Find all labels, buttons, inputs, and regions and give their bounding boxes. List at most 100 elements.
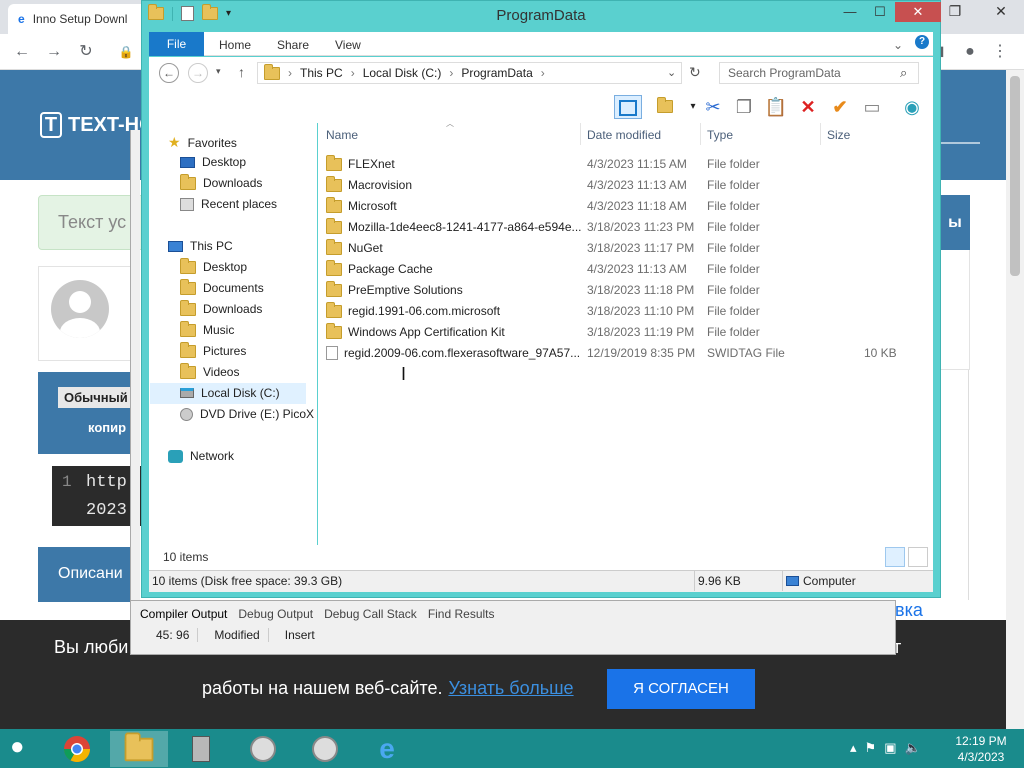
breadcrumb-local-disk[interactable]: Local Disk (C:) (363, 66, 442, 80)
tab-debug-call-stack[interactable]: Debug Call Stack (324, 607, 417, 621)
taskbar-clock[interactable]: 12:19 PM 4/3/2023 (950, 733, 1012, 765)
tray-expand-icon[interactable]: ▴ (850, 740, 857, 756)
file-date: 3/18/2023 11:23 PM (587, 220, 695, 234)
network-globe-icon[interactable]: ◉ (899, 95, 925, 119)
copy-icon[interactable]: ❐ (731, 95, 757, 119)
details-view-button[interactable] (885, 547, 905, 567)
file-row[interactable]: PreEmptive Solutions 3/18/2023 11:18 PM Fi… (326, 279, 906, 300)
large-icons-view-button[interactable] (908, 547, 928, 567)
scrollbar-thumb[interactable] (1010, 76, 1020, 276)
ie-icon: e (18, 12, 25, 26)
file-row[interactable]: regid.1991-06.com.microsoft 3/18/2023 11:… (326, 300, 906, 321)
cut-icon[interactable]: ✂ (700, 95, 726, 119)
nav-pc-documents[interactable]: Documents (180, 278, 264, 295)
action-center-icon[interactable]: ⚑ (865, 740, 877, 756)
learn-more-link[interactable]: Узнать больше (448, 678, 573, 699)
preview-pane-icon[interactable] (614, 95, 642, 119)
nav-fav-downloads[interactable]: Downloads (180, 173, 262, 190)
paste-icon[interactable]: 📋 (763, 95, 789, 119)
file-row[interactable]: regid.2009-06.com.flexerasoftware_97A57.… (326, 342, 906, 363)
file-row[interactable]: NuGet 3/18/2023 11:17 PM File folder (326, 237, 906, 258)
taskbar-ie[interactable]: e (358, 731, 416, 767)
pictures-icon (180, 341, 196, 358)
browser-tab[interactable]: e Inno Setup Downl (8, 4, 148, 34)
column-separator[interactable] (700, 123, 701, 145)
forward-icon[interactable]: → (188, 63, 208, 83)
breadcrumb-programdata[interactable]: ProgramData (461, 66, 532, 80)
tab-file[interactable]: File (149, 32, 204, 56)
nav-pc-videos[interactable]: Videos (180, 362, 239, 379)
file-date: 4/3/2023 11:18 AM (587, 199, 687, 213)
tab-home[interactable]: Home (219, 38, 251, 52)
back-icon[interactable]: ← (12, 42, 32, 62)
nav-favorites[interactable]: ★ Favorites (168, 134, 237, 151)
inno-output-tabs: Compiler Output Debug Output Debug Call … (140, 607, 495, 621)
reload-icon[interactable]: ↻ (76, 42, 96, 62)
nav-network[interactable]: Network (168, 449, 234, 463)
delete-icon[interactable]: ✕ (795, 95, 821, 119)
tab-view[interactable]: View (335, 38, 361, 52)
minimize-button[interactable]: — (835, 2, 865, 22)
column-header-name[interactable]: Name (326, 128, 358, 142)
file-row[interactable]: Windows App Certification Kit 3/18/2023 1… (326, 321, 906, 342)
taskbar-chrome[interactable] (48, 731, 106, 767)
ribbon-expand-icon[interactable]: ⌄ (893, 38, 903, 52)
address-dropdown-icon[interactable]: ⌄ (667, 66, 676, 79)
nav-pc-downloads[interactable]: Downloads (180, 299, 262, 316)
file-row[interactable]: Macrovision 4/3/2023 11:13 AM File folder (326, 174, 906, 195)
sidebar-link[interactable]: вка (895, 600, 923, 621)
taskbar-inno-setup[interactable] (172, 731, 230, 767)
file-row[interactable]: Mozilla-1de4eec8-1241-4177-a864-e594e...… (326, 216, 906, 237)
tab-debug-output[interactable]: Debug Output (238, 607, 313, 621)
forward-icon[interactable]: → (44, 42, 64, 62)
nav-pc-dvd-drive[interactable]: DVD Drive (E:) PicoX (180, 407, 314, 421)
nav-pc-music[interactable]: Music (180, 320, 234, 337)
close-button[interactable]: ✕ (895, 2, 941, 22)
breadcrumb-this-pc[interactable]: This PC (300, 66, 343, 80)
properties-folder-icon[interactable] (652, 95, 678, 119)
copy-link[interactable]: копир (88, 420, 126, 435)
column-separator[interactable] (820, 123, 821, 145)
tab-share[interactable]: Share (277, 38, 309, 52)
menu-icon[interactable]: ⋮ (990, 42, 1010, 62)
folder-icon (326, 280, 342, 297)
start-apple-icon[interactable]: ● (10, 733, 25, 761)
tab-find-results[interactable]: Find Results (428, 607, 495, 621)
nav-pc-desktop[interactable]: Desktop (180, 257, 247, 274)
nav-fav-recent[interactable]: Recent places (180, 197, 277, 211)
taskbar-app-5[interactable] (296, 731, 354, 767)
volume-icon[interactable]: 🔈 (904, 740, 920, 756)
column-header-size[interactable]: Size (827, 128, 850, 142)
close-button[interactable]: ✕ (978, 0, 1024, 30)
file-row[interactable]: FLEXnet 4/3/2023 11:15 AM File folder (326, 153, 906, 174)
rename-check-icon[interactable]: ✔ (827, 95, 853, 119)
file-date: 3/18/2023 11:10 PM (587, 304, 695, 318)
profile-icon[interactable]: ● (960, 42, 980, 62)
file-row[interactable]: Microsoft 4/3/2023 11:18 AM File folder (326, 195, 906, 216)
recent-locations-icon[interactable]: ▾ (216, 66, 221, 77)
nav-fav-desktop[interactable]: Desktop (180, 155, 246, 169)
search-icon[interactable]: ⌕ (900, 65, 907, 81)
back-icon[interactable]: ← (159, 63, 179, 83)
nav-this-pc[interactable]: This PC (168, 239, 233, 253)
search-input[interactable]: Search ProgramData (719, 62, 919, 84)
nav-pc-pictures[interactable]: Pictures (180, 341, 247, 358)
up-icon[interactable]: ↑ (238, 64, 245, 80)
nav-label: Pictures (203, 344, 247, 358)
cookie-agree-button[interactable]: Я СОГЛАСЕН (607, 669, 755, 709)
computer-icon (786, 576, 799, 586)
address-bar[interactable]: › This PC › Local Disk (C:) › ProgramDat… (257, 62, 682, 84)
column-header-type[interactable]: Type (707, 128, 733, 142)
column-separator[interactable] (580, 123, 581, 145)
refresh-icon[interactable]: ↻ (689, 64, 701, 81)
rename-icon[interactable]: ▭ (859, 95, 885, 119)
maximize-button[interactable]: ☐ (865, 2, 895, 22)
file-row[interactable]: Package Cache 4/3/2023 11:13 AM File folde… (326, 258, 906, 279)
tab-compiler-output[interactable]: Compiler Output (140, 607, 227, 621)
nav-pc-local-disk[interactable]: Local Disk (C:) (180, 386, 280, 400)
column-header-date[interactable]: Date modified (587, 128, 661, 142)
taskbar-explorer[interactable] (110, 731, 168, 767)
help-icon[interactable]: ? (915, 35, 929, 49)
taskbar-app-4[interactable] (234, 731, 292, 767)
network-tray-icon[interactable]: ▣ (884, 740, 896, 756)
